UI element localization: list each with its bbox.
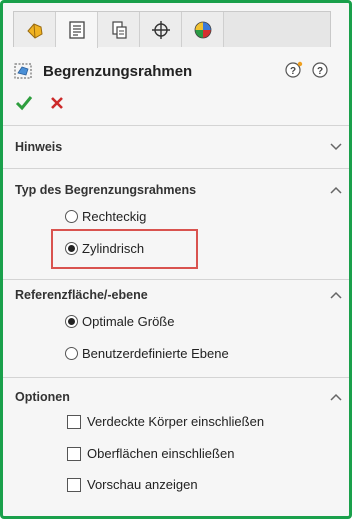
checkbox[interactable] [67,446,81,461]
option-label: Verdeckte Körper einschließen [87,414,265,429]
checkbox-verdeckte-koerper[interactable]: Verdeckte Körper einschließen [67,414,264,429]
section-label: Hinweis [15,140,63,154]
tab-feature-manager[interactable] [14,12,56,47]
radio-rechteckig[interactable]: Rechteckig [65,209,146,224]
help-buttons: ? ? [285,61,329,79]
radio-button[interactable] [65,347,78,360]
cancel-button[interactable] [49,95,65,111]
svg-text:?: ? [290,66,296,77]
feature-manager-icon [26,22,43,39]
option-label: Rechteckig [82,209,147,224]
tab-configuration-manager[interactable] [98,12,140,47]
chevron-up-icon[interactable] [329,390,343,404]
radio-optimale-groesse[interactable]: Optimale Größe [65,314,174,329]
radio-button[interactable] [65,210,78,223]
chevron-down-icon[interactable] [329,140,343,154]
whats-wrong-icon[interactable]: ? [285,61,303,79]
chevron-up-icon[interactable] [329,183,343,197]
help-icon[interactable]: ? [311,61,329,79]
section-hinweis-header[interactable]: Hinweis [15,136,343,158]
property-manager-icon [68,21,85,39]
dimxpert-icon [151,20,170,39]
section-label: Typ des Begrenzungsrahmens [15,183,197,197]
checkbox-oberflaechen[interactable]: Oberflächen einschließen [67,446,234,461]
tab-dimxpert-manager[interactable] [140,12,182,47]
chevron-up-icon[interactable] [329,288,343,302]
radio-button-selected[interactable] [65,315,78,328]
divider [3,279,349,280]
svg-text:?: ? [317,66,323,77]
page-title: Begrenzungsrahmen [43,62,193,80]
option-label: Benutzerdefinierte Ebene [82,346,229,361]
ok-button[interactable] [15,95,33,111]
option-label: Vorschau anzeigen [87,477,198,492]
option-label: Oberflächen einschließen [87,446,235,461]
property-manager-panel: Begrenzungsrahmen ? ? Hinweis Typ des Be… [0,0,352,519]
section-label: Referenzfläche/-ebene [15,288,148,302]
section-label: Optionen [15,390,70,404]
bounding-box-icon [14,63,32,79]
checkbox[interactable] [67,477,81,492]
section-typ-header[interactable]: Typ des Begrenzungsrahmens [15,179,343,201]
section-optionen-header[interactable]: Optionen [15,386,343,408]
panel-header: Begrenzungsrahmen ? ? [13,53,333,89]
configuration-manager-icon [111,20,127,39]
divider [3,377,349,378]
radio-benutzerdefinierte-ebene[interactable]: Benutzerdefinierte Ebene [65,346,229,361]
divider [3,168,349,169]
highlight-box [51,229,198,269]
manager-tab-bar [13,11,331,48]
divider [3,125,349,126]
checkbox[interactable] [67,414,81,429]
tab-display-manager[interactable] [182,12,224,47]
display-manager-icon [194,21,211,38]
section-referenz-header[interactable]: Referenzfläche/-ebene [15,284,343,306]
checkbox-vorschau[interactable]: Vorschau anzeigen [67,477,198,492]
ok-cancel-row [15,95,65,111]
option-label: Optimale Größe [82,314,175,329]
tab-property-manager[interactable] [56,12,98,48]
